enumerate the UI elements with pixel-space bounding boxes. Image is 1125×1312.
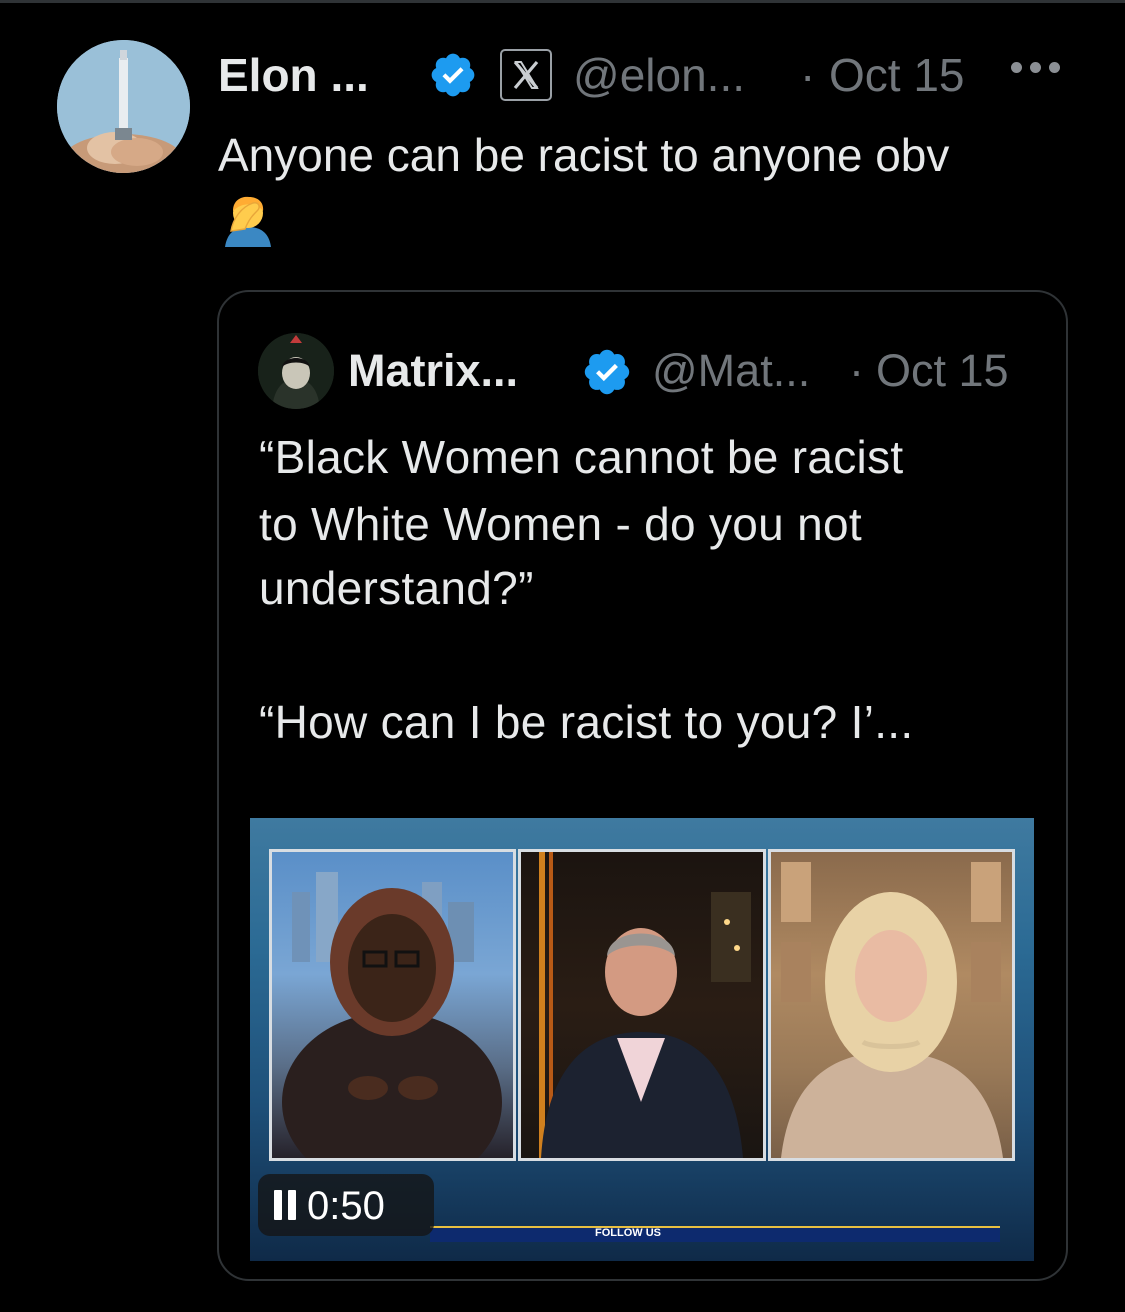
video-news-ticker [430, 1226, 1000, 1242]
video-panel-right [768, 849, 1015, 1161]
video-panel-center [518, 849, 766, 1161]
quoted-author-handle[interactable]: @Mat... [652, 345, 810, 397]
verified-badge-icon[interactable] [581, 346, 633, 398]
meta-separator: · [800, 49, 816, 101]
quoted-author-avatar[interactable] [258, 333, 334, 409]
post-timestamp[interactable]: Oct 15 [829, 48, 965, 102]
meta-separator: · [849, 345, 864, 396]
quoted-post-timestamp[interactable]: Oct 15 [876, 345, 1009, 397]
author-avatar[interactable] [57, 40, 190, 173]
top-divider [0, 0, 1125, 3]
video-ticker-text: FOLLOW US [595, 1227, 661, 1239]
author-name[interactable]: Elon ... [218, 48, 369, 102]
post-text: Anyone can be racist to anyone obv [218, 129, 950, 181]
quoted-text-line: understand?” [259, 562, 534, 614]
verified-badge-icon[interactable] [428, 50, 478, 100]
video-duration: 0:50 [307, 1184, 385, 1228]
rocket-launch-avatar-image [57, 40, 190, 173]
video-panel-left [269, 849, 516, 1161]
quoted-author-name[interactable]: Matrix... [348, 345, 518, 397]
author-handle[interactable]: @elon... [573, 48, 745, 102]
masked-figure-avatar-image [258, 333, 334, 409]
quoted-text-line: to White Women - do you not [259, 498, 862, 550]
quoted-text-line: “How can I be racist to you? I’... [259, 696, 914, 748]
x-logo-icon [500, 49, 552, 101]
video-playback-control[interactable]: 0:50 [258, 1174, 434, 1236]
more-options-icon[interactable] [1011, 58, 1063, 78]
quoted-text-line: “Black Women cannot be racist [259, 431, 904, 483]
pause-icon[interactable] [274, 1190, 296, 1220]
facepalm-emoji-icon [225, 196, 271, 247]
